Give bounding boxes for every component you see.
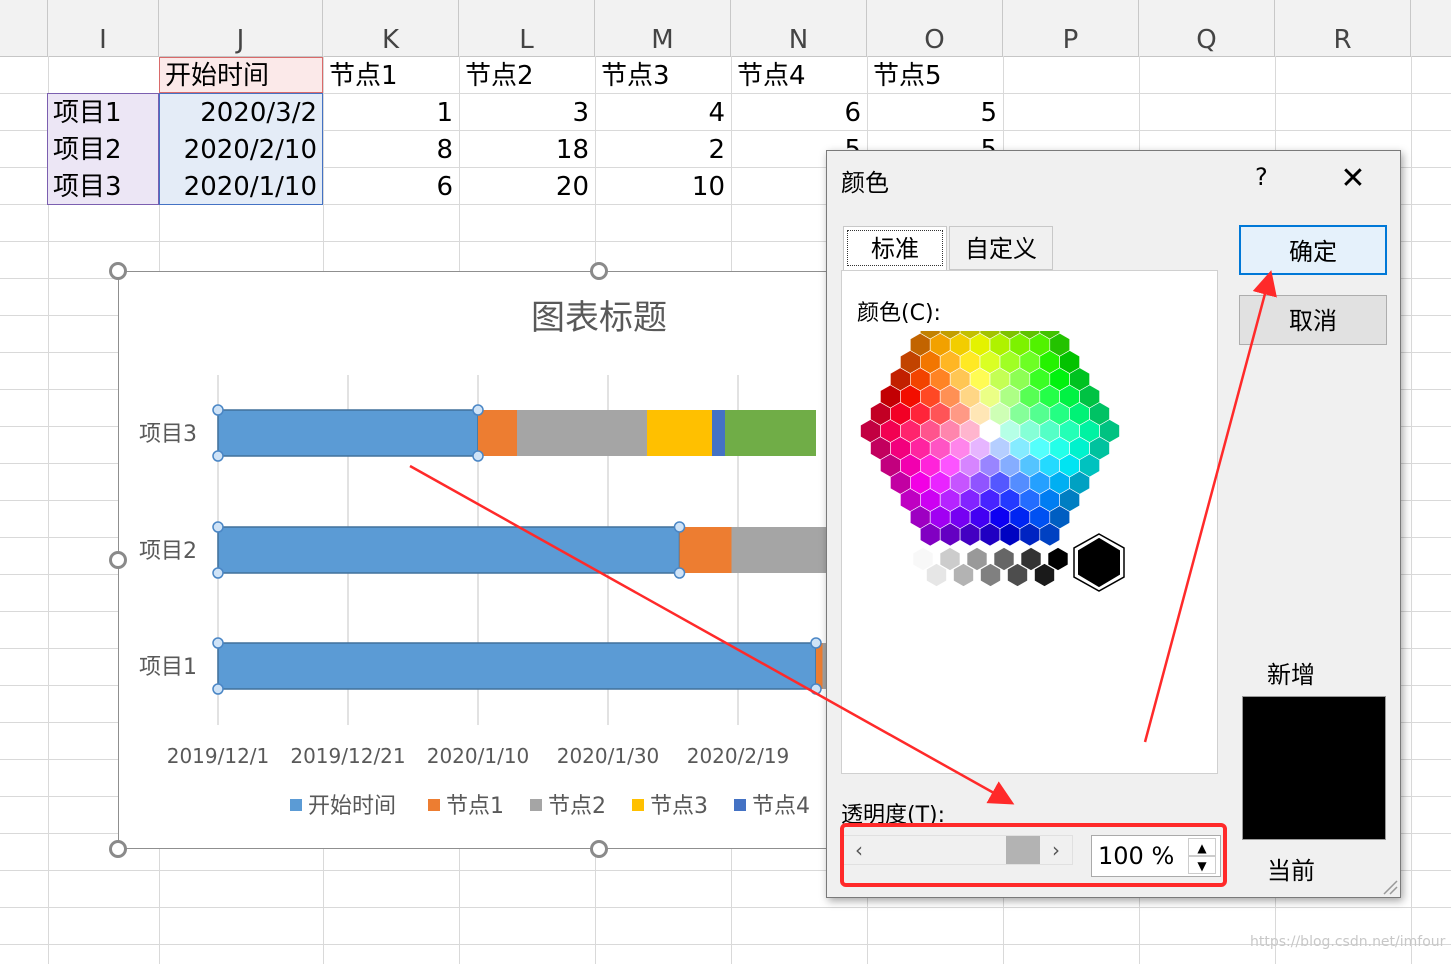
annotation-overlay — [409, 270, 1277, 887]
annotation-arrow — [409, 464, 1015, 805]
watermark: https://blog.csdn.net/imfour — [1250, 934, 1446, 950]
annotation-highlight-box — [840, 823, 1227, 887]
annotation-arrow — [1143, 270, 1277, 743]
